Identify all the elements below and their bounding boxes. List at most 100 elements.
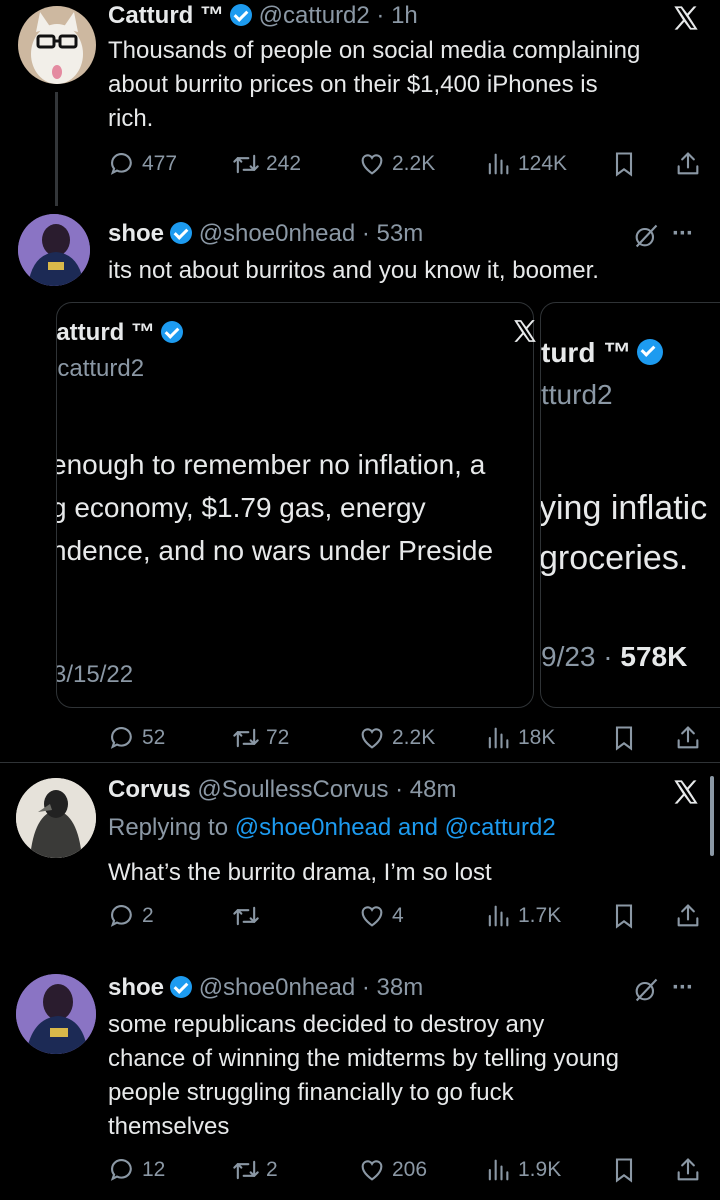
views-button[interactable]: 1.7K <box>484 902 561 930</box>
reply-button[interactable]: 2 <box>108 902 154 930</box>
views-count: 1.7K <box>518 904 562 927</box>
views-count: 1.9K <box>518 1158 562 1181</box>
retweet-icon <box>232 724 260 752</box>
handle-time[interactable]: @SoullessCorvus · 48m <box>197 776 456 803</box>
bookmark-button[interactable] <box>610 724 644 752</box>
tweet2-actions: 52 72 2.2K 18K <box>108 724 708 754</box>
tweet1-header: Catturd ™ @catturd2 · 1h <box>108 0 418 32</box>
reply-count: 477 <box>142 152 178 175</box>
like-button[interactable]: 2.2K <box>358 724 435 752</box>
reply-count: 2 <box>142 904 154 927</box>
retweet-button[interactable]: 2 <box>232 1156 278 1184</box>
tweet2-text: its not about burritos and you know it, … <box>108 257 599 284</box>
quote-handle: tturd2 <box>541 379 613 410</box>
display-name[interactable]: shoe <box>108 974 164 1001</box>
views-icon <box>484 150 512 178</box>
retweet-icon <box>232 150 260 178</box>
retweet-button[interactable] <box>232 902 266 930</box>
scrollbar[interactable] <box>710 776 714 856</box>
display-name[interactable]: shoe <box>108 220 164 247</box>
tweet4-actions: 12 2 206 1.9K <box>108 1156 708 1186</box>
display-name[interactable]: Corvus <box>108 776 191 803</box>
bookmark-icon <box>610 724 638 752</box>
x-logo-icon <box>672 4 700 32</box>
quote-line: ndence, and no wars under Preside <box>56 535 494 566</box>
retweet-button[interactable]: 72 <box>232 724 289 752</box>
quote-footer: 9/23 · 578K <box>541 641 687 673</box>
tweet4-text: some republicans decided to destroy any … <box>108 1008 619 1144</box>
quote-date: 3/15/22 <box>56 661 134 688</box>
like-button[interactable]: 4 <box>358 902 404 930</box>
like-count: 2.2K <box>392 726 436 749</box>
quote-card-1[interactable]: Catturd ™ @catturd2 enough to remember n… <box>56 302 534 708</box>
verified-badge-icon <box>161 321 183 343</box>
text-line: Thousands of people on social media comp… <box>108 37 641 64</box>
handle-time[interactable]: @shoe0nhead · 53m <box>199 220 424 247</box>
quote-date: 9/23 · <box>541 641 621 672</box>
avatar-corvus[interactable] <box>16 778 96 858</box>
quote-line: enough to remember no inflation, a <box>56 449 486 480</box>
views-button[interactable]: 18K <box>484 724 555 752</box>
like-icon <box>358 902 386 930</box>
like-button[interactable]: 206 <box>358 1156 427 1184</box>
retweet-button[interactable]: 242 <box>232 150 301 178</box>
reply-button[interactable]: 12 <box>108 1156 165 1184</box>
handle-time[interactable]: @catturd2 · 1h <box>259 2 418 29</box>
like-count: 206 <box>392 1158 428 1181</box>
reply-count: 52 <box>142 726 166 749</box>
text-line: rich. <box>108 105 154 132</box>
x-logo-icon <box>672 778 700 806</box>
quote-card-2[interactable]: turd ™ tturd2 ying inflatic groceries. 9… <box>540 302 720 708</box>
share-button[interactable] <box>674 1156 708 1184</box>
tweet2-header: shoe @shoe0nhead · 53m <box>108 218 423 250</box>
display-name[interactable]: Catturd ™ <box>108 2 224 29</box>
tweet3-text: What’s the burrito drama, I’m so lost <box>108 859 492 886</box>
share-icon <box>674 1156 702 1184</box>
tweet3-actions: 2 4 1.7K <box>108 902 708 932</box>
reply-icon <box>108 902 136 930</box>
quote-text: enough to remember no inflation, a g eco… <box>56 443 494 572</box>
quote-line: g economy, $1.79 gas, energy <box>56 492 426 523</box>
views-icon <box>484 724 512 752</box>
grok-icon[interactable] <box>632 222 660 250</box>
views-count: 18K <box>518 726 556 749</box>
share-button[interactable] <box>674 902 708 930</box>
more-icon[interactable]: ··· <box>672 974 694 1002</box>
replying-to: Replying to @shoe0nhead and @catturd2 <box>108 812 556 844</box>
text-line: chance of winning the midterms by tellin… <box>108 1045 619 1072</box>
views-button[interactable]: 124K <box>484 150 567 178</box>
like-button[interactable]: 2.2K <box>358 150 435 178</box>
avatar-shoe[interactable] <box>16 974 96 1054</box>
bookmark-button[interactable] <box>610 902 644 930</box>
text-line: themselves <box>108 1113 230 1140</box>
bookmark-icon <box>610 1156 638 1184</box>
quote-handle: @catturd2 <box>57 355 145 382</box>
more-icon[interactable]: ··· <box>672 220 694 248</box>
text-line: people struggling financially to go fuck <box>108 1079 514 1106</box>
share-button[interactable] <box>674 724 708 752</box>
reply-button[interactable]: 477 <box>108 150 177 178</box>
avatar-shoe[interactable] <box>18 214 90 286</box>
quote-line: groceries. <box>540 539 689 577</box>
verified-badge-icon <box>230 4 252 26</box>
verified-badge-icon <box>170 222 193 244</box>
text-line: some republicans decided to destroy any <box>108 1011 545 1038</box>
thread-line <box>55 92 58 206</box>
like-count: 2.2K <box>392 152 436 175</box>
retweet-count: 72 <box>266 726 290 749</box>
quote-text: ying inflatic groceries. <box>540 483 707 583</box>
share-button[interactable] <box>674 150 708 178</box>
like-icon <box>358 150 386 178</box>
like-count: 4 <box>392 904 404 927</box>
grok-icon[interactable] <box>632 976 660 1004</box>
handle-time[interactable]: @shoe0nhead · 38m <box>199 974 424 1001</box>
replying-handles[interactable]: @shoe0nhead and @catturd2 <box>235 814 556 841</box>
tweet1-text: Thousands of people on social media comp… <box>108 34 640 136</box>
avatar-catturd[interactable] <box>18 6 96 84</box>
retweet-icon <box>232 902 260 930</box>
bookmark-button[interactable] <box>610 150 644 178</box>
bookmark-button[interactable] <box>610 1156 644 1184</box>
tweet3-header: Corvus @SoullessCorvus · 48m <box>108 774 456 806</box>
views-button[interactable]: 1.9K <box>484 1156 561 1184</box>
reply-button[interactable]: 52 <box>108 724 165 752</box>
